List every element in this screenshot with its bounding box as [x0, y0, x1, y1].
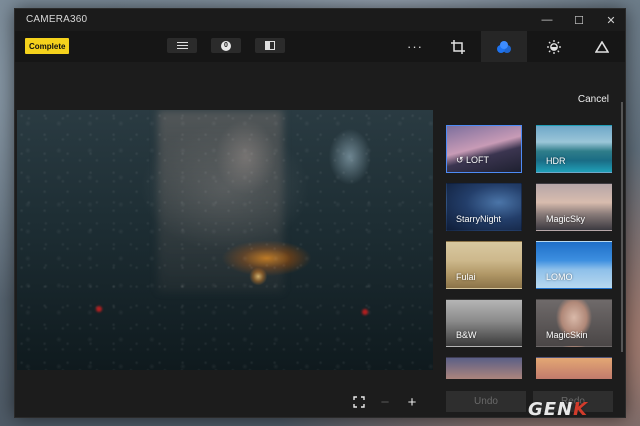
filter-tile-fulai[interactable]: Fulai: [446, 241, 522, 289]
sharpen-icon: [595, 40, 609, 53]
filter-label-lomo: LOMO: [546, 272, 573, 282]
history-count-badge: 0: [221, 40, 231, 51]
filter-name: LOFT: [466, 155, 490, 165]
filter-label-magicsky: MagicSky: [546, 214, 586, 224]
filter-tile-partial[interactable]: [446, 357, 522, 379]
watermark-text: GEN: [528, 399, 574, 420]
filter-label-hdr: HDR: [546, 156, 566, 166]
photo-preview: [17, 110, 433, 370]
filter-tile-loft[interactable]: ↺ LOFT: [446, 125, 522, 173]
photo-red-light: [362, 309, 368, 315]
cancel-button[interactable]: Cancel: [578, 94, 609, 105]
undo-icon: ↺: [456, 155, 467, 165]
compare-button[interactable]: [255, 38, 285, 53]
compare-icon: [265, 41, 275, 50]
filter-tile-bw[interactable]: B&W: [446, 299, 522, 347]
title-bar: CAMERA360 — ☐ ✕: [15, 9, 625, 31]
brightness-tool-button[interactable]: [531, 31, 577, 62]
filter-label-starrynight: StarryNight: [456, 214, 502, 224]
filter-list: ↺ LOFT HDR StarryNight MagicSky Fulai LO…: [446, 125, 616, 379]
fit-screen-icon: [353, 396, 365, 408]
photo-rain-texture: [17, 110, 433, 370]
genk-watermark-logo: GENK: [528, 399, 588, 420]
more-button[interactable]: ···: [392, 31, 438, 62]
filter-label-fulai: Fulai: [456, 272, 476, 282]
fit-screen-button[interactable]: [348, 391, 370, 413]
editor-area: Cancel − + ↺ LOFT HDR StarryNight MagicS…: [15, 62, 625, 417]
close-button[interactable]: ✕: [595, 9, 625, 31]
filter-tile-magicsky[interactable]: MagicSky: [536, 183, 612, 231]
filter-tool-button[interactable]: [481, 31, 527, 62]
window-title: CAMERA360: [26, 14, 88, 25]
history-button[interactable]: 0: [211, 38, 241, 53]
complete-button[interactable]: Complete: [25, 38, 70, 54]
minimize-button[interactable]: —: [531, 9, 563, 31]
zoom-in-button[interactable]: +: [401, 391, 423, 413]
filter-tile-lomo[interactable]: LOMO: [536, 241, 612, 289]
sharpen-tool-button[interactable]: [579, 31, 625, 62]
menu-icon: [176, 41, 188, 50]
crop-tool-button[interactable]: [435, 31, 481, 62]
filter-tile-magicskin[interactable]: MagicSkin: [536, 299, 612, 347]
filter-tile-starrynight[interactable]: StarryNight: [446, 183, 522, 231]
app-window: CAMERA360 — ☐ ✕ Complete 0 ··· Cancel − …: [14, 8, 626, 418]
filter-label-bw: B&W: [456, 330, 477, 340]
filter-label-magicskin: MagicSkin: [546, 330, 588, 340]
menu-button[interactable]: [167, 38, 197, 53]
filter-tile-partial[interactable]: [536, 357, 612, 379]
photo-red-light: [96, 306, 102, 312]
brightness-icon: [547, 39, 561, 54]
more-icon: ···: [407, 39, 423, 54]
filter-label-loft: ↺ LOFT: [456, 155, 489, 166]
filter-scrollbar[interactable]: [621, 102, 623, 352]
filter-icon: [497, 40, 511, 53]
watermark-text-accent: K: [573, 399, 589, 420]
top-toolbar: Complete 0 ···: [15, 31, 625, 62]
zoom-out-button[interactable]: −: [374, 391, 396, 413]
maximize-button[interactable]: ☐: [563, 9, 595, 31]
undo-button[interactable]: Undo: [446, 391, 526, 412]
crop-icon: [451, 39, 465, 54]
filter-tile-hdr[interactable]: HDR: [536, 125, 612, 173]
